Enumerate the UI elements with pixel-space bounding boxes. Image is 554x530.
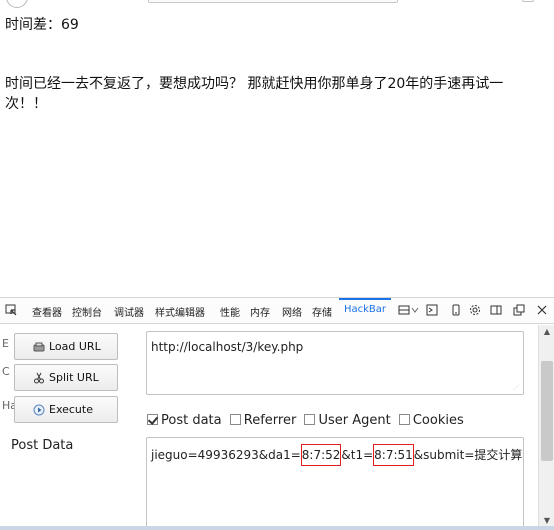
address-bar[interactable] [148,0,398,3]
reload-icon[interactable] [6,0,28,8]
referrer-checkbox[interactable]: Referrer [229,413,297,428]
resize-grip-icon[interactable]: ⋰ [513,384,519,391]
page-message: 时间已经一去不复返了，要想成功吗？ 那就赶快用你那单身了20年的手速再试一次！！ [5,76,504,112]
tab-performance[interactable]: 性能 [220,304,240,319]
load-url-button[interactable]: Load URL [14,333,118,360]
post-data-label: Post Data [11,438,74,453]
tab-network[interactable]: 网络 [282,304,302,319]
referrer-checkbox-label: Referrer [243,413,297,428]
settings-gear-icon[interactable] [469,304,481,316]
menu-icon[interactable] [522,0,534,2]
tab-inspector[interactable]: 查看器 [32,304,62,319]
url-value: http://localhost/3/key.php [151,340,304,354]
console-toggle-icon[interactable] [426,304,438,316]
post-data-text: &t1= [341,448,374,462]
side-letter: E [2,337,9,350]
execute-button[interactable]: Execute [14,396,118,423]
time-difference-text: 时间差：69 [5,17,79,33]
tab-debugger[interactable]: 调试器 [114,304,144,319]
user-agent-checkbox[interactable]: User Agent [304,413,391,428]
post-data-checkbox-label: Post data [161,413,222,428]
play-icon [33,404,45,416]
tab-storage[interactable]: 存储 [312,304,332,319]
devtools-panel: 查看器 控制台 调试器 样式编辑器 性能 内存 网络 存储 HackBar E … [0,297,554,530]
checkbox-checked-icon [147,414,158,425]
cookies-checkbox-label: Cookies [412,413,464,428]
tab-memory[interactable]: 内存 [250,304,270,319]
active-tab-indicator [339,298,391,300]
post-data-text: jieguo=49936293&da1= [151,448,301,462]
window-bottom-border [0,526,554,530]
highlighted-value: 8:7:52 [300,444,342,466]
responsive-frames-icon[interactable] [398,304,410,316]
checkbox-icon [229,414,241,425]
post-data-textarea[interactable]: jieguo=49936293&da1=8:7:52&t1=8:7:51&sub… [146,437,524,530]
dropdown-arrow-icon[interactable] [411,304,419,316]
post-data-checkbox[interactable]: Post data [147,413,222,428]
checkbox-icon [398,414,410,425]
url-textarea[interactable]: http://localhost/3/key.php ⋰ [146,331,524,395]
checkbox-icon [304,414,316,425]
device-icon[interactable] [450,304,462,316]
scroll-up-icon[interactable]: ▲ [539,325,554,339]
separate-window-icon[interactable] [513,304,525,316]
browser-chrome-top [0,0,554,8]
split-url-label: Split URL [49,371,99,384]
split-url-button[interactable]: Split URL [14,364,118,391]
side-letter: C [2,365,10,378]
inspector-picker-icon[interactable] [5,304,17,316]
tab-console[interactable]: 控制台 [72,304,102,319]
scissors-icon [34,372,44,384]
hackbar-panel: E C Ha Load URL Split URL Execute http:/… [0,325,538,530]
cookies-checkbox[interactable]: Cookies [398,413,464,428]
execute-label: Execute [49,403,93,416]
load-url-icon [33,342,45,352]
user-agent-checkbox-label: User Agent [318,413,391,428]
highlighted-value: 8:7:51 [373,444,414,466]
tab-style-editor[interactable]: 样式编辑器 [155,304,205,319]
devtools-toolbar: 查看器 控制台 调试器 样式编辑器 性能 内存 网络 存储 HackBar [0,298,554,324]
scrollbar-thumb[interactable] [541,361,553,461]
close-icon[interactable] [536,304,548,316]
load-url-label: Load URL [49,340,101,353]
dock-side-icon[interactable] [490,304,502,316]
scrollbar[interactable]: ▲ ▼ [538,325,554,528]
post-data-text: &submit=提交计算结果 [413,448,523,462]
tab-hackbar[interactable]: HackBar [344,304,386,315]
options-row: Post data Referrer User Agent Cookies [147,413,468,428]
